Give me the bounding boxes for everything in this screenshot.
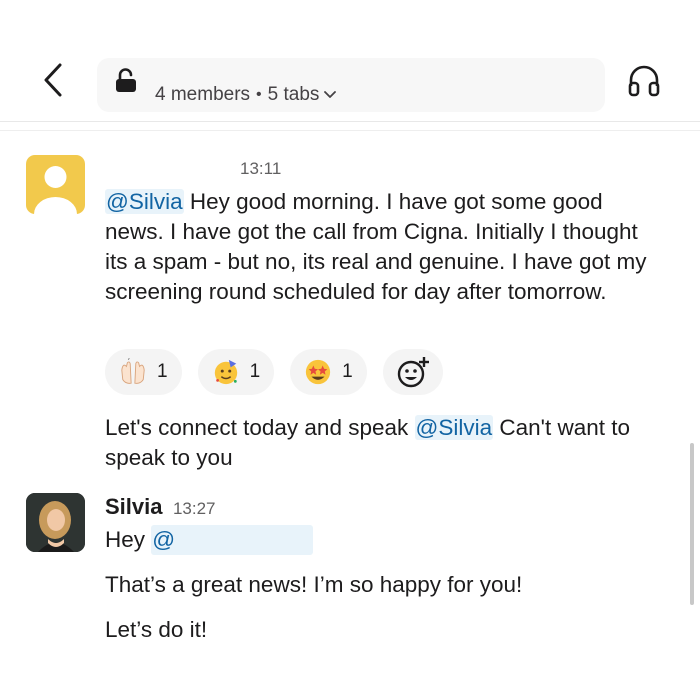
scrollbar[interactable] xyxy=(690,443,694,605)
mention-link[interactable]: @ xyxy=(151,525,314,555)
back-button[interactable] xyxy=(36,60,70,100)
mention-link[interactable]: @Silvia xyxy=(414,415,494,440)
sender-name[interactable]: Silvia xyxy=(105,494,162,519)
header-divider xyxy=(0,121,700,122)
chevron-down-icon xyxy=(324,91,337,98)
message-body: That’s a great news! I’m so happy for yo… xyxy=(105,572,523,597)
message-text: Hey @ xyxy=(105,525,665,555)
add-emoji-icon xyxy=(397,357,429,388)
avatar[interactable] xyxy=(26,155,85,214)
message-time: 13:11 xyxy=(240,159,282,178)
huddle-button[interactable] xyxy=(627,64,661,98)
default-avatar-icon xyxy=(34,166,77,214)
reaction-star-struck[interactable]: 1 xyxy=(290,349,367,395)
reaction-count: 1 xyxy=(342,361,353,382)
partying-face-icon xyxy=(212,358,240,386)
message-time: 13:27 xyxy=(172,499,216,518)
add-reaction-button[interactable] xyxy=(382,349,443,395)
message-body: Hey good morning. I have got some good n… xyxy=(105,189,647,304)
members-count: 4 members xyxy=(155,84,251,105)
raising-hands-icon xyxy=(119,358,147,386)
channel-name-redacted xyxy=(145,68,235,84)
mention-link[interactable]: @Silvia xyxy=(105,189,184,214)
meta-separator: • xyxy=(256,86,262,103)
reaction-raising-hands[interactable]: 1 xyxy=(105,349,182,395)
user-photo-icon xyxy=(26,493,85,552)
message-meta: Silvia 13:27 xyxy=(105,494,215,520)
channel-meta: 4 members • 5 tabs xyxy=(155,84,337,106)
header-divider-secondary xyxy=(0,130,700,131)
message-meta: 13:11 xyxy=(240,159,281,179)
channel-header: 4 members • 5 tabs xyxy=(0,0,700,122)
chevron-left-icon xyxy=(44,63,62,97)
message-body: Hey xyxy=(105,527,152,552)
avatar[interactable] xyxy=(26,493,85,552)
message-body: Let’s do it! xyxy=(105,617,208,642)
reactions-bar: 1 1 1 xyxy=(105,349,443,395)
sender-name-redacted xyxy=(105,160,250,180)
message-text: Let’s do it! xyxy=(105,615,665,645)
message-text: That’s a great news! I’m so happy for yo… xyxy=(105,570,665,600)
reaction-count: 1 xyxy=(157,361,168,382)
message-text: @Silvia Hey good morning. I have got som… xyxy=(105,187,665,307)
followup-body-start: Let's connect today and speak xyxy=(105,415,415,440)
star-struck-icon xyxy=(304,358,332,386)
message-followup-text: Let's connect today and speak @Silvia Ca… xyxy=(105,413,665,473)
reaction-partying-face[interactable]: 1 xyxy=(197,349,275,395)
tabs-count: 5 tabs xyxy=(267,84,320,105)
headphones-icon xyxy=(628,65,660,97)
chat-screen: 4 members • 5 tabs 13:11 @Silvia Hey goo… xyxy=(0,0,700,700)
lock-icon xyxy=(116,68,136,92)
reaction-count: 1 xyxy=(249,361,261,382)
channel-info-button[interactable]: 4 members • 5 tabs xyxy=(97,58,605,112)
